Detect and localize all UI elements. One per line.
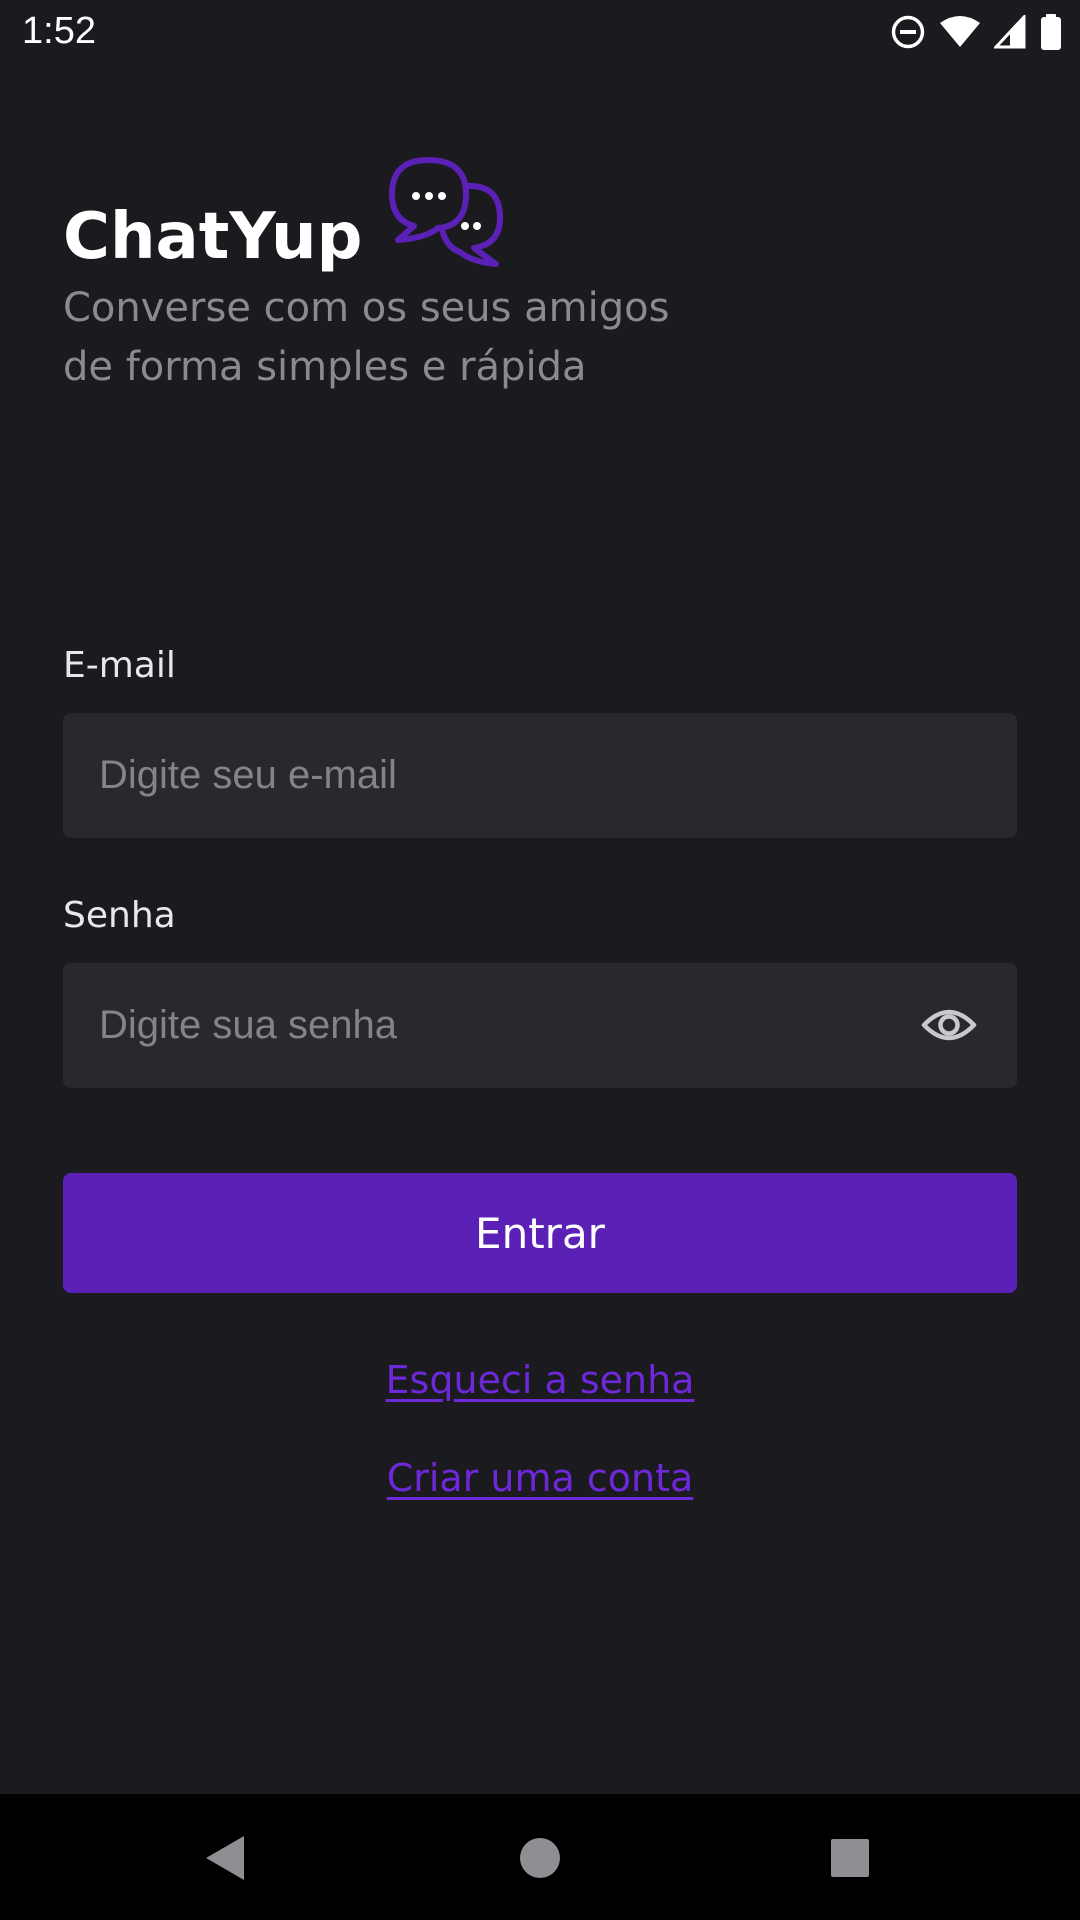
email-field-container — [63, 713, 1017, 838]
forgot-password-row: Esqueci a senha — [0, 1358, 1080, 1402]
password-field[interactable] — [63, 963, 1017, 1088]
app-subtitle: Converse com os seus amigos de forma sim… — [63, 279, 823, 397]
do-not-disturb-icon — [890, 14, 926, 50]
show-password-toggle[interactable] — [921, 1001, 977, 1049]
wifi-icon — [940, 15, 980, 49]
app-title: ChatYup — [63, 200, 363, 274]
nav-recents-button[interactable] — [822, 1830, 878, 1886]
login-button[interactable]: Entrar — [63, 1173, 1017, 1293]
subtitle-line-1: Converse com os seus amigos — [63, 285, 670, 331]
navigation-bar — [0, 1794, 1080, 1920]
forgot-password-link[interactable]: Esqueci a senha — [386, 1358, 695, 1402]
chat-bubbles-icon — [388, 156, 508, 268]
password-field-container — [63, 963, 1017, 1088]
nav-home-button[interactable] — [512, 1830, 568, 1886]
back-icon — [198, 1836, 254, 1890]
email-label: E-mail — [63, 645, 176, 686]
status-time: 1:52 — [22, 10, 96, 52]
battery-icon — [1040, 14, 1062, 50]
create-account-link[interactable]: Criar uma conta — [387, 1456, 694, 1500]
status-bar: 1:52 — [0, 0, 1080, 64]
login-screen: 1:52 ChatYup Converse com os seus amigos… — [0, 0, 1080, 1920]
recents-icon — [822, 1839, 878, 1890]
signal-icon — [994, 15, 1026, 49]
status-icons — [890, 12, 1062, 52]
eye-icon — [921, 1009, 977, 1053]
email-field[interactable] — [63, 713, 1017, 838]
nav-back-button[interactable] — [198, 1830, 254, 1886]
create-account-row: Criar uma conta — [0, 1456, 1080, 1500]
subtitle-line-2: de forma simples e rápida — [63, 344, 587, 390]
home-icon — [512, 1838, 568, 1890]
password-label: Senha — [63, 895, 176, 936]
